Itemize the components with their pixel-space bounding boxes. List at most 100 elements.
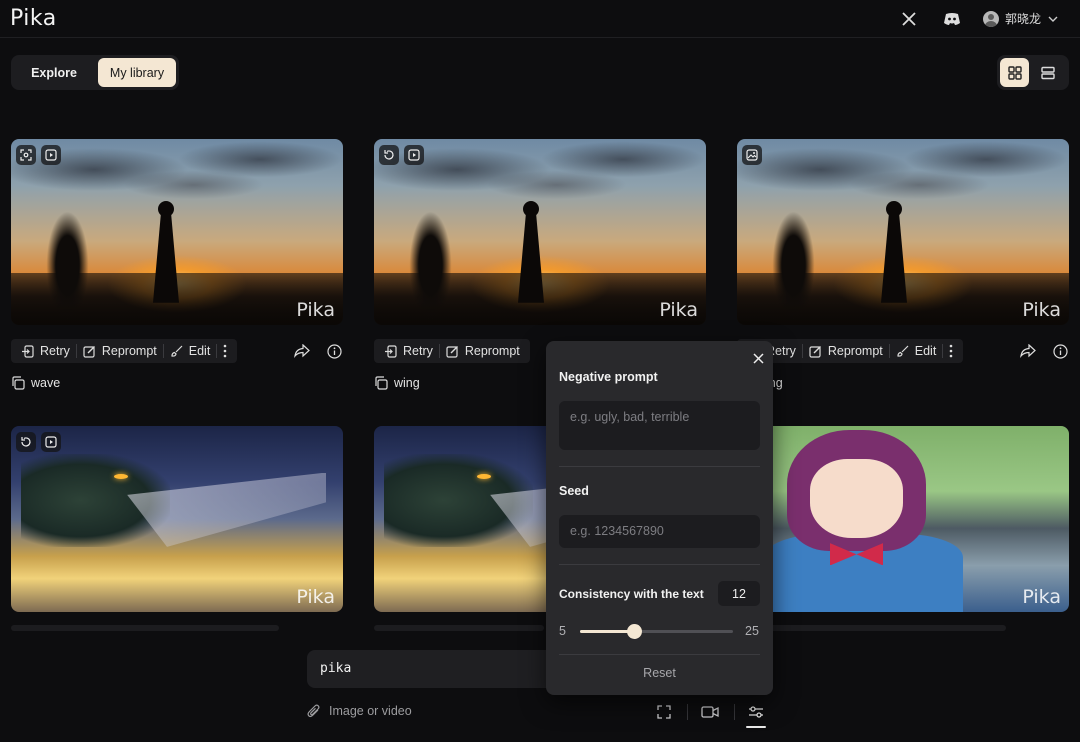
grid-icon <box>1007 65 1022 80</box>
reprompt-label: Reprompt <box>827 344 883 358</box>
watermark: Pika <box>296 586 335 608</box>
watermark: Pika <box>659 299 698 321</box>
library-tabs: Explore My library <box>11 55 179 90</box>
grid-view-button[interactable] <box>1000 58 1029 87</box>
seed-label: Seed <box>559 484 589 498</box>
action-group: Retry Reprompt Edit <box>11 339 238 363</box>
more-button[interactable] <box>943 339 959 363</box>
brush-icon <box>171 345 183 357</box>
reset-button[interactable]: Reset <box>559 666 760 680</box>
video-thumbnail[interactable]: Pika <box>11 426 343 612</box>
thumb-plant <box>30 176 104 325</box>
retry-icon <box>385 344 397 358</box>
info-icon[interactable] <box>324 341 344 361</box>
paperclip-icon <box>307 704 320 718</box>
consistency-slider[interactable] <box>580 624 733 639</box>
edit-label: Edit <box>188 344 211 358</box>
more-button[interactable] <box>217 339 233 363</box>
more-vertical-icon <box>224 344 227 358</box>
retry-button[interactable]: Retry <box>15 339 76 363</box>
user-menu[interactable]: 郭晓龙 <box>983 10 1059 27</box>
negative-prompt-label: Negative prompt <box>559 370 658 384</box>
divider <box>559 564 760 565</box>
video-thumbnail[interactable]: Pika <box>374 139 706 325</box>
list-icon <box>1040 66 1055 79</box>
divider <box>559 466 760 467</box>
reprompt-button[interactable]: Reprompt <box>440 339 526 363</box>
thumb-figure <box>514 193 548 303</box>
prompt-text: pika <box>320 661 352 676</box>
divider <box>559 654 760 655</box>
card-toolbar: Retry Reprompt <box>374 339 530 363</box>
retry-label: Retry <box>403 344 433 358</box>
x-twitter-icon[interactable] <box>899 9 919 29</box>
expand-icon <box>657 705 671 719</box>
edit-label: Edit <box>914 344 937 358</box>
parameters-popover: Negative prompt e.g. ugly, bad, terrible… <box>546 341 773 695</box>
video-thumbnail[interactable]: Pika <box>737 139 1069 325</box>
retry-button[interactable]: Retry <box>378 339 439 363</box>
thumb-plant <box>393 176 467 325</box>
consistency-value-input[interactable]: 12 <box>718 581 760 606</box>
video-card: Pika <box>737 426 1069 612</box>
copy-icon[interactable] <box>11 376 25 390</box>
pencil-square-icon <box>809 345 821 358</box>
video-thumbnail[interactable]: Pika <box>11 139 343 325</box>
pencil-square-icon <box>83 345 95 358</box>
share-icon[interactable] <box>1018 341 1038 361</box>
slider-thumb[interactable] <box>626 624 642 639</box>
caption-text: wing <box>394 376 420 390</box>
video-icon <box>404 145 424 165</box>
video-camera-icon <box>701 706 719 718</box>
divider <box>734 704 735 720</box>
copy-icon[interactable] <box>374 376 388 390</box>
negative-prompt-input[interactable]: e.g. ugly, bad, terrible <box>559 401 760 450</box>
thumb-plant <box>756 176 830 325</box>
discord-icon[interactable] <box>942 9 962 29</box>
slider-fill <box>580 630 634 633</box>
rotate-icon <box>379 145 399 165</box>
pika-app: Pika 郭晓龙 Explore My library Pika Retry R… <box>0 0 1080 742</box>
slider-max-label: 25 <box>745 624 759 638</box>
tab-my-library[interactable]: My library <box>98 58 176 87</box>
view-toggle <box>997 55 1069 90</box>
card-toolbar: Retry Reprompt Edit <box>11 339 342 363</box>
video-icon <box>41 145 61 165</box>
divider <box>687 704 688 720</box>
pika-logo[interactable]: Pika <box>10 6 57 31</box>
aspect-ratio-button[interactable] <box>653 701 675 723</box>
thumb-figure <box>149 193 183 303</box>
camera-motion-button[interactable] <box>699 701 721 723</box>
brush-icon <box>897 345 909 357</box>
attach-label: Image or video <box>329 704 412 718</box>
video-card: Pika Retry Reprompt Edit <box>737 139 1069 390</box>
attach-button[interactable]: Image or video <box>307 703 412 719</box>
close-icon <box>752 352 764 364</box>
pencil-square-icon <box>446 345 458 358</box>
thumb-face <box>810 459 903 538</box>
reprompt-label: Reprompt <box>101 344 157 358</box>
reprompt-button[interactable]: Reprompt <box>77 339 163 363</box>
watermark: Pika <box>1022 586 1061 608</box>
video-thumbnail[interactable]: Pika <box>737 426 1069 612</box>
user-name: 郭晓龙 <box>1005 12 1042 26</box>
parameters-button[interactable] <box>745 701 767 723</box>
card-caption: wing <box>374 376 420 390</box>
sliders-icon <box>749 706 763 718</box>
reprompt-button[interactable]: Reprompt <box>803 339 889 363</box>
seed-input[interactable]: e.g. 1234567890 <box>559 515 760 548</box>
active-indicator <box>746 726 766 728</box>
chevron-down-icon <box>1048 16 1058 22</box>
more-vertical-icon <box>950 344 953 358</box>
edit-button[interactable]: Edit <box>164 339 217 363</box>
video-card: Pika Retry Reprompt <box>374 139 706 390</box>
edit-button[interactable]: Edit <box>890 339 943 363</box>
share-icon[interactable] <box>292 341 312 361</box>
info-icon[interactable] <box>1050 341 1070 361</box>
close-button[interactable] <box>749 349 767 367</box>
top-header: Pika 郭晓龙 <box>0 0 1080 38</box>
card-toolbar-peek <box>770 625 1006 631</box>
video-card: Pika Retry Reprompt <box>11 139 343 390</box>
tab-explore[interactable]: Explore <box>14 58 94 87</box>
list-view-button[interactable] <box>1033 58 1062 87</box>
